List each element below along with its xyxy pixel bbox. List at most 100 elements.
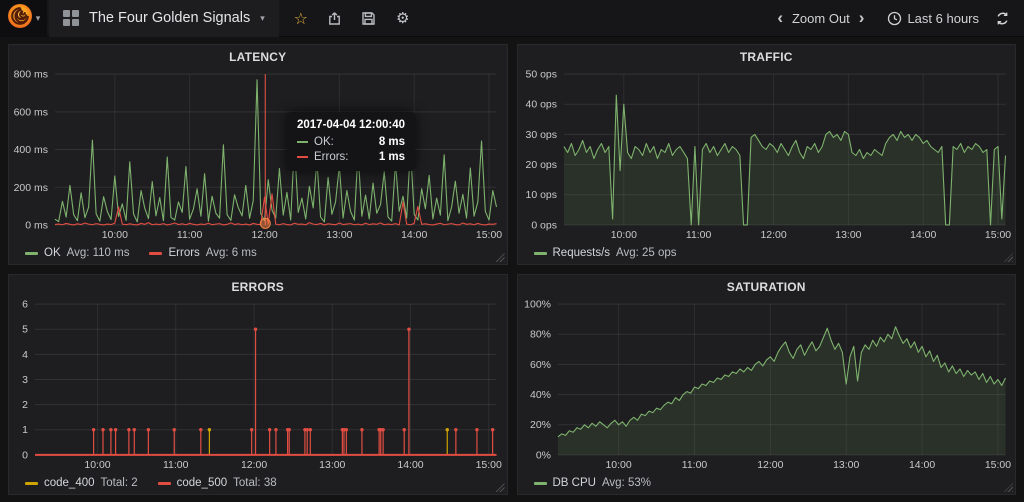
legend-color-dash-icon (25, 481, 38, 485)
svg-text:14:00: 14:00 (908, 460, 934, 471)
legend-series-label: code_500 (176, 477, 228, 489)
legend-series-label: Requests/s (552, 247, 611, 259)
svg-text:13:00: 13:00 (835, 230, 861, 241)
panel-traffic: TRAFFIC 0 ops 10 ops 20 ops 30 ops 40 ops 50 … (516, 44, 1016, 265)
svg-text:14:00: 14:00 (910, 230, 936, 241)
svg-text:14:00: 14:00 (401, 230, 427, 241)
time-range-picker[interactable]: Last 6 hours (887, 11, 979, 26)
legend-series-value: Avg: 53% (601, 477, 651, 489)
svg-text:13:00: 13:00 (833, 460, 859, 471)
svg-text:10 ops: 10 ops (525, 190, 556, 201)
svg-text:40%: 40% (530, 390, 551, 401)
svg-text:0: 0 (22, 450, 28, 461)
svg-text:15:00: 15:00 (984, 230, 1010, 241)
legend-series-label: Errors (168, 247, 200, 259)
saturation-legend: DB CPU Avg: 53% (518, 472, 1016, 494)
zoom-out-button[interactable]: Zoom Out (792, 11, 850, 26)
legend-item-requests-s[interactable]: Requests/s Avg: 25 ops (533, 247, 677, 259)
chevron-left-icon: ‹ (777, 8, 783, 27)
svg-text:20 ops: 20 ops (525, 160, 556, 171)
svg-text:60%: 60% (530, 360, 551, 371)
errors-chart[interactable]: 0 1 2 3 4 5 6 10:00 11:00 12:00 13:00 14:00 15:00 (9, 298, 507, 472)
logo-caret-icon: ▾ (35, 12, 41, 23)
svg-text:12:00: 12:00 (760, 230, 786, 241)
traffic-legend: Requests/s Avg: 25 ops (518, 242, 1016, 264)
tooltip-errors-label: Errors: (314, 151, 349, 163)
panel-title-traffic[interactable]: TRAFFIC (518, 45, 1016, 68)
legend-color-dash-icon (25, 251, 38, 255)
saturation-chart[interactable]: 0% 20% 40% 60% 80% 100% 10:00 11:00 12:00 13:00 14… (518, 298, 1016, 472)
panel-title-latency[interactable]: LATENCY (9, 45, 507, 68)
panel-errors: ERRORS 0 1 2 3 4 5 6 10:00 11:00 12:00 13:00 14:00 1… (8, 274, 508, 495)
svg-text:11:00: 11:00 (681, 460, 707, 471)
refresh-button[interactable] (995, 11, 1010, 26)
svg-text:12:00: 12:00 (757, 460, 783, 471)
svg-text:12:00: 12:00 (251, 230, 277, 241)
time-range-label: Last 6 hours (907, 10, 979, 26)
latency-chart[interactable]: 0 ms 200 ms 400 ms 600 ms 800 ms 10:00 11:00 12… (9, 68, 507, 242)
time-shift-back-button[interactable]: ‹ (768, 8, 792, 28)
svg-text:10:00: 10:00 (605, 460, 631, 471)
legend-color-dash-icon (533, 251, 547, 255)
legend-series-value: Avg: 6 ms (205, 247, 257, 259)
tooltip-ok-label: OK: (314, 136, 334, 148)
panel-title-saturation[interactable]: SATURATION (518, 275, 1016, 298)
legend-series-value: Total: 2 (100, 477, 138, 489)
share-icon (329, 11, 341, 25)
tooltip-ok-value: 8 ms (378, 136, 406, 148)
save-icon (362, 11, 375, 25)
dashboard-actions: ☆ ⚙ (287, 4, 417, 32)
settings-gear-icon: ⚙ (396, 9, 410, 27)
svg-text:14:00: 14:00 (397, 460, 423, 471)
clock-icon (888, 11, 902, 25)
legend-item-db-cpu[interactable]: DB CPU Avg: 53% (533, 477, 651, 489)
svg-text:10:00: 10:00 (84, 460, 110, 471)
star-button[interactable]: ☆ (287, 4, 315, 32)
svg-text:30 ops: 30 ops (525, 130, 556, 141)
svg-text:80%: 80% (530, 330, 551, 341)
grafana-logo-menu[interactable]: ▾ (0, 0, 47, 37)
svg-text:13:00: 13:00 (319, 460, 345, 471)
legend-color-dash-icon (533, 481, 547, 485)
svg-text:40 ops: 40 ops (525, 100, 556, 111)
ok-series-dash-icon (297, 140, 308, 144)
svg-text:15:00: 15:00 (476, 230, 502, 241)
legend-item-code-400[interactable]: code_400 Total: 2 (25, 477, 138, 489)
dashboard-title: The Four Golden Signals (89, 10, 251, 26)
traffic-chart[interactable]: 0 ops 10 ops 20 ops 30 ops 40 ops 50 ops 10:00… (518, 68, 1016, 242)
share-button[interactable] (321, 4, 349, 32)
title-caret-icon: ▾ (260, 12, 265, 23)
time-shift-forward-button[interactable]: › (850, 8, 874, 28)
settings-button[interactable]: ⚙ (389, 4, 417, 32)
svg-text:11:00: 11:00 (177, 230, 203, 241)
legend-color-dash-icon (149, 251, 163, 255)
svg-text:11:00: 11:00 (163, 460, 189, 471)
svg-text:400 ms: 400 ms (14, 145, 48, 156)
top-navbar: ▾ The Four Golden Signals ▾ ☆ ⚙ ‹ Zoom O… (0, 0, 1024, 37)
legend-series-label: DB CPU (552, 477, 596, 489)
tooltip-row-errors: Errors: 1 ms (297, 151, 405, 163)
dashboard-grid-icon (63, 10, 79, 26)
latency-legend: OK Avg: 110 ms Errors Avg: 6 ms (9, 242, 507, 264)
tooltip-row-ok: OK: 8 ms (297, 136, 405, 148)
legend-item-errors[interactable]: Errors Avg: 6 ms (149, 247, 257, 259)
latency-chart-area: 0 ms 200 ms 400 ms 600 ms 800 ms 10:00 11:00 12… (9, 68, 507, 242)
svg-text:0%: 0% (535, 450, 550, 461)
tooltip-timestamp: 2017-04-04 12:00:40 (297, 119, 406, 131)
svg-text:800 ms: 800 ms (14, 70, 48, 81)
legend-item-ok[interactable]: OK Avg: 110 ms (25, 247, 129, 259)
errors-series-dash-icon (297, 155, 308, 159)
svg-text:15:00: 15:00 (476, 460, 502, 471)
legend-item-code-500[interactable]: code_500 Total: 38 (157, 477, 277, 489)
svg-text:1: 1 (22, 425, 28, 436)
dashboard-grid: LATENCY 0 ms 200 ms 400 ms 600 ms 800 ms 10:0… (0, 37, 1024, 502)
svg-text:100%: 100% (524, 300, 551, 311)
panel-title-errors[interactable]: ERRORS (9, 275, 507, 298)
svg-text:10:00: 10:00 (102, 230, 128, 241)
svg-text:0 ops: 0 ops (531, 220, 557, 231)
svg-text:6: 6 (22, 300, 28, 311)
legend-series-value: Total: 38 (233, 477, 277, 489)
svg-text:10:00: 10:00 (610, 230, 636, 241)
dashboard-picker[interactable]: The Four Golden Signals ▾ (49, 0, 279, 37)
save-button[interactable] (355, 4, 383, 32)
